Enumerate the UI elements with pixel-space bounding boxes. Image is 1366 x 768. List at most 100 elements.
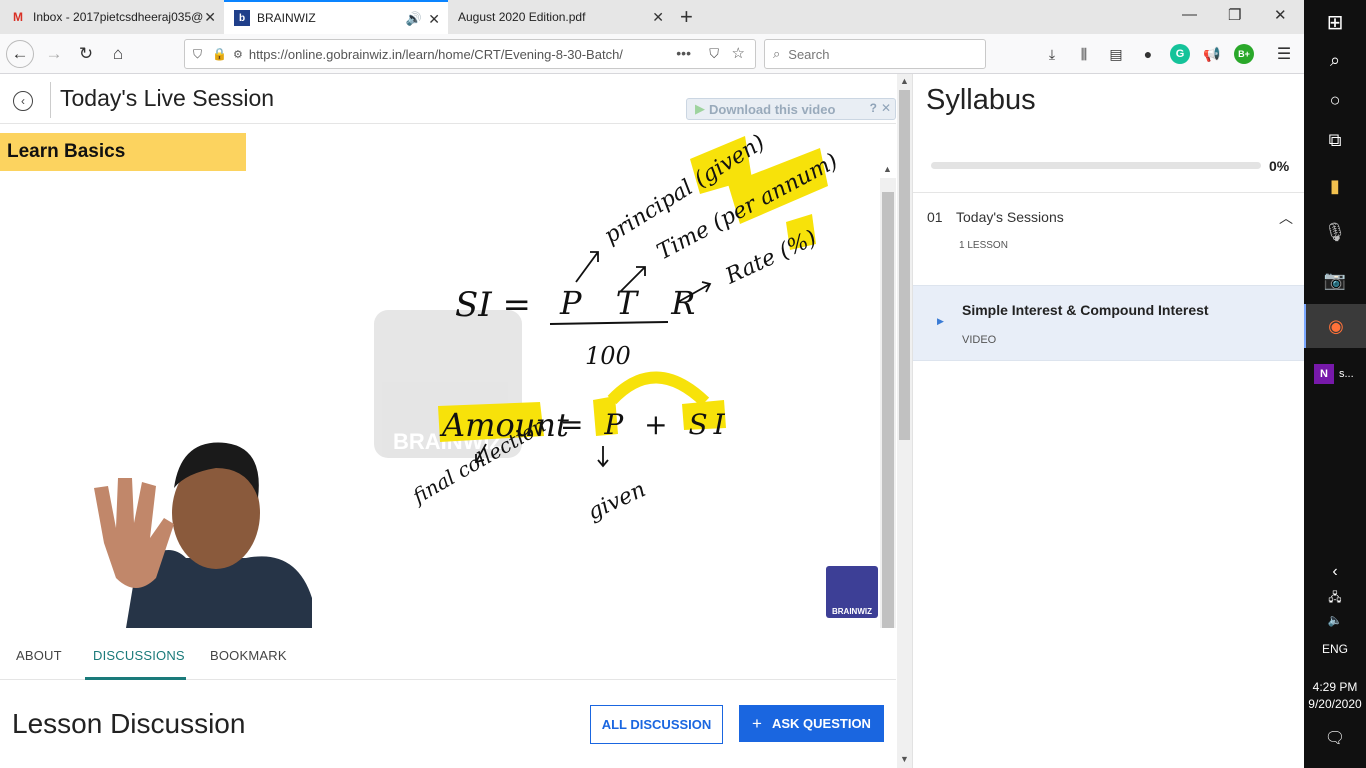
- file-explorer-icon[interactable]: ▮: [1304, 164, 1366, 208]
- permissions-icon[interactable]: ⚙: [233, 48, 243, 61]
- home-button[interactable]: ⌂: [104, 40, 132, 68]
- page-scrollbar[interactable]: ▲ ▼: [897, 74, 912, 768]
- video-scrollbar-thumb[interactable]: [882, 192, 894, 628]
- scroll-up-icon[interactable]: ▲: [883, 164, 892, 174]
- back-button[interactable]: ←: [6, 40, 34, 68]
- title-divider: [50, 82, 51, 118]
- search-icon[interactable]: ⌕: [1304, 38, 1366, 82]
- search-placeholder: Search: [788, 46, 830, 62]
- new-tab-button[interactable]: +: [680, 4, 693, 30]
- onenote-app[interactable]: N s...: [1304, 352, 1366, 396]
- content-tabs: ABOUT DISCUSSIONS BOOKMARK: [0, 628, 896, 680]
- tab-gmail-inbox[interactable]: M Inbox - 2017pietcsdheeraj035@ ✕: [0, 0, 224, 34]
- close-window-button[interactable]: ✕: [1274, 6, 1287, 24]
- menu-icon[interactable]: ☰: [1274, 44, 1294, 64]
- amount-equation: = P + SI: [560, 408, 731, 441]
- close-tab-icon[interactable]: ✕: [204, 9, 216, 26]
- extension-b-plus-icon[interactable]: B+: [1234, 44, 1254, 64]
- discussion-heading: Lesson Discussion: [12, 708, 246, 739]
- lock-icon[interactable]: 🔒: [212, 47, 227, 61]
- grammarly-icon[interactable]: G: [1170, 44, 1190, 64]
- tab-about[interactable]: ABOUT: [16, 648, 62, 663]
- formula-denominator: 100: [585, 342, 631, 370]
- tab-brainwiz[interactable]: b BRAINWIZ 🔊 ✕: [224, 0, 448, 34]
- play-icon: ▶: [937, 316, 944, 326]
- page-scrollbar-thumb[interactable]: [899, 90, 910, 440]
- shield-icon[interactable]: ⛉: [193, 47, 202, 62]
- pocket-icon[interactable]: ⛉: [709, 46, 719, 62]
- megaphone-icon[interactable]: 📢: [1202, 44, 1222, 64]
- given-label: given: [584, 477, 650, 525]
- gmail-icon: M: [13, 10, 23, 24]
- chevron-up-icon[interactable]: ︿: [1279, 208, 1293, 228]
- minimize-button[interactable]: —: [1182, 6, 1197, 23]
- lesson-item[interactable]: ▶ Simple Interest & Compound Interest VI…: [913, 285, 1305, 361]
- section-lesson-count: 1 LESSON: [959, 240, 1008, 251]
- video-player[interactable]: Learn Basics BRAINWIZ SI = P T R 100 pri…: [0, 124, 896, 628]
- lesson-type: VIDEO: [962, 334, 997, 346]
- tab-pdf[interactable]: August 2020 Edition.pdf ✕: [448, 0, 672, 34]
- tab-title: August 2020 Edition.pdf: [458, 10, 586, 24]
- download-video-button[interactable]: ▶ Download this video ? ✕: [686, 98, 896, 120]
- audio-playing-icon[interactable]: 🔊: [406, 11, 422, 27]
- page-actions-icon[interactable]: •••: [676, 45, 691, 61]
- active-tab-indicator: [85, 677, 186, 680]
- page-scroll-up-icon[interactable]: ▲: [900, 76, 909, 86]
- course-progress-label: 0%: [1269, 158, 1290, 174]
- close-tab-icon[interactable]: ✕: [428, 11, 440, 28]
- page-title: Today's Live Session: [60, 85, 275, 111]
- formula-lhs: SI =: [455, 285, 531, 325]
- formula-numerator: P T R: [559, 284, 707, 322]
- notifications-icon[interactable]: 🗨: [1304, 716, 1366, 760]
- ask-question-label: ASK QUESTION: [771, 716, 871, 731]
- tab-bookmark[interactable]: BOOKMARK: [210, 648, 287, 663]
- clock-time[interactable]: 4:29 PM: [1304, 680, 1366, 694]
- library-icon[interactable]: ⫼: [1074, 44, 1094, 64]
- navigation-toolbar: ← → ↻ ⌂ ⛉ 🔒 ⚙ https://online.gobrainwiz.…: [0, 34, 1304, 74]
- help-icon[interactable]: ?: [870, 101, 877, 115]
- syllabus-title: Syllabus: [926, 84, 1036, 116]
- tab-title: BRAINWIZ: [257, 11, 316, 25]
- account-icon[interactable]: ●: [1138, 44, 1158, 64]
- url-bar[interactable]: ⛉ 🔒 ⚙ https://online.gobrainwiz.in/learn…: [184, 39, 756, 69]
- lesson-title: Simple Interest & Compound Interest: [962, 302, 1209, 318]
- recorder-icon[interactable]: 🎙: [1304, 210, 1366, 254]
- page-scroll-down-icon[interactable]: ▼: [900, 754, 909, 764]
- plus-icon: +: [752, 713, 762, 733]
- rate-label: Rate (%): [721, 226, 820, 290]
- close-icon[interactable]: ✕: [881, 101, 891, 115]
- highlight-arc: [607, 371, 710, 407]
- tab-title: Inbox - 2017pietcsdheeraj035@: [33, 10, 204, 24]
- back-arrow-icon[interactable]: ‹: [13, 91, 33, 111]
- url-text[interactable]: https://online.gobrainwiz.in/learn/home/…: [249, 47, 649, 62]
- main-content: ‹ Today's Live Session ▶ Download this v…: [0, 74, 912, 768]
- video-scrollbar[interactable]: ▲ ▼: [880, 164, 896, 628]
- search-icon: ⌕: [773, 46, 781, 61]
- sidebars-icon[interactable]: ▤: [1106, 44, 1126, 64]
- language-indicator[interactable]: ENG: [1304, 642, 1366, 656]
- presenter-video: [86, 428, 312, 628]
- download-label: Download this video: [709, 101, 836, 117]
- section-number: 01: [927, 209, 943, 225]
- task-view-icon[interactable]: ⧉: [1304, 118, 1366, 162]
- close-tab-icon[interactable]: ✕: [652, 9, 664, 26]
- cortana-icon[interactable]: ○: [1304, 78, 1366, 122]
- firefox-icon[interactable]: ◉: [1304, 304, 1366, 348]
- tab-discussions[interactable]: DISCUSSIONS: [93, 648, 185, 663]
- syllabus-divider: [913, 192, 1305, 193]
- windows-taskbar: ⊞ ⌕ ○ ⧉ ▮ 🎙 📷 ◉ N s... ‹ 🖧 🔈 ENG 4:29 PM…: [1304, 0, 1366, 768]
- onenote-icon: N: [1314, 364, 1334, 384]
- restore-button[interactable]: ❐: [1228, 6, 1241, 24]
- reload-button[interactable]: ↻: [72, 40, 100, 68]
- forward-button[interactable]: →: [40, 40, 68, 68]
- search-input[interactable]: ⌕ Search: [764, 39, 986, 69]
- volume-icon[interactable]: 🔈: [1304, 598, 1366, 642]
- camera-icon[interactable]: 📷: [1304, 258, 1366, 302]
- bookmark-star-icon[interactable]: ☆: [732, 44, 745, 62]
- clock-date[interactable]: 9/20/2020: [1304, 697, 1366, 711]
- downloads-icon[interactable]: ⤓: [1042, 44, 1062, 64]
- section-title: Today's Sessions: [956, 209, 1064, 225]
- ask-question-button[interactable]: + ASK QUESTION: [739, 705, 884, 742]
- all-discussion-button[interactable]: ALL DISCUSSION: [590, 705, 723, 744]
- onenote-label: s...: [1339, 368, 1354, 380]
